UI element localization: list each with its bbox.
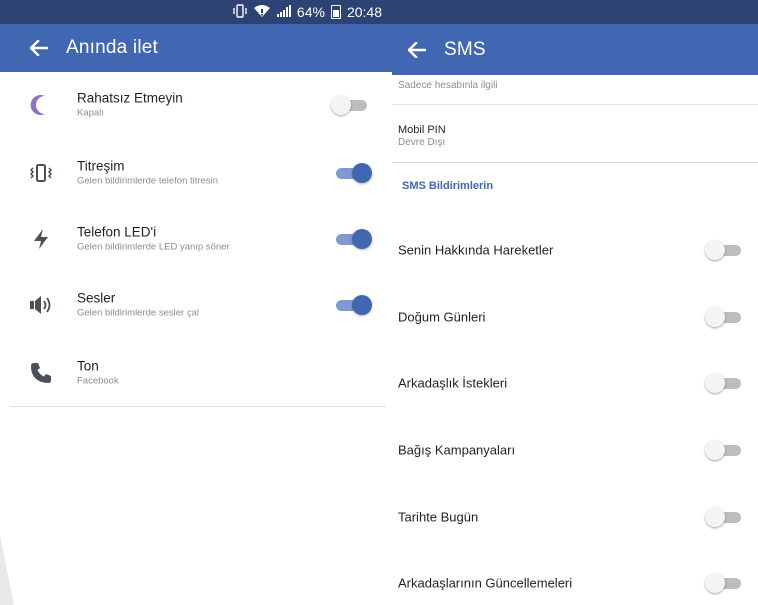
row-label: Bağış Kampanyaları: [398, 442, 516, 458]
sms-row-friend-updates[interactable]: Arkadaşlarının Güncellemeleri: [392, 550, 758, 605]
status-bar: 64% 20:48: [0, 0, 392, 24]
row-title: Sesler: [77, 290, 116, 306]
flash-icon: [28, 226, 54, 252]
divider: [10, 406, 386, 407]
page-title: Anında ilet: [66, 37, 158, 58]
row-subtitle: Gelen bildirimlerde sesler çal: [77, 307, 199, 319]
sms-row-birthdays[interactable]: Doğum Günleri: [392, 284, 758, 350]
divider: [392, 104, 758, 105]
row-label: Senin Hakkında Hareketler: [398, 242, 554, 258]
on-this-day-toggle[interactable]: [705, 506, 743, 528]
friend-updates-toggle[interactable]: [705, 572, 743, 594]
sms-row-on-this-day[interactable]: Tarihte Bugün: [392, 484, 758, 550]
phone-led-toggle[interactable]: [334, 228, 372, 250]
sounds-toggle[interactable]: [334, 294, 372, 316]
row-label: Tarihte Bugün: [398, 509, 479, 525]
phone-led-row[interactable]: Telefon LED'i Gelen bildirimlerde LED ya…: [10, 206, 386, 272]
divider: [392, 162, 758, 163]
row-subtitle: Gelen bildirimlerde telefon titresin: [77, 175, 218, 187]
sounds-row[interactable]: Sesler Gelen bildirimlerde sesler çal: [10, 272, 386, 338]
row-subtitle: Devre Dışı: [398, 137, 446, 148]
fundraisers-toggle[interactable]: [705, 439, 743, 461]
app-bar: SMS: [392, 24, 758, 75]
do-not-disturb-toggle[interactable]: [331, 94, 369, 116]
battery-icon: [330, 5, 341, 19]
sms-row-friend-requests[interactable]: Arkadaşlık İstekleri: [392, 350, 758, 416]
sms-settings-panel: SMS Sadece hesabınla ilgili Mobil PIN De…: [392, 0, 758, 605]
row-label: Doğum Günleri: [398, 309, 486, 325]
row-title: Rahatsız Etmeyin: [77, 90, 183, 106]
status-bar-strip: [392, 0, 758, 24]
partial-row-subtitle: Sadece hesabınla ilgili: [398, 80, 498, 91]
phone-icon: [28, 360, 54, 386]
moon-icon: [28, 92, 54, 118]
vibration-toggle[interactable]: [334, 162, 372, 184]
vibrate-icon: [28, 160, 54, 186]
row-title: Mobil PIN: [398, 124, 446, 136]
sms-row-fundraisers[interactable]: Bağış Kampanyaları: [392, 417, 758, 483]
row-title: Titreşim: [77, 158, 125, 174]
birthdays-toggle[interactable]: [705, 306, 743, 328]
signal-icon: [276, 4, 291, 20]
clock: 20:48: [346, 4, 382, 20]
notifications-settings-panel: 64% 20:48 Anında ilet Rahatsız Etmeyin K…: [0, 0, 392, 605]
vibration-row[interactable]: Titreşim Gelen bildirimlerde telefon tit…: [10, 140, 386, 206]
speaker-icon: [28, 292, 54, 318]
mobile-pin-row[interactable]: Mobil PIN Devre Dışı: [398, 123, 446, 149]
wifi-icon: [253, 4, 271, 21]
friend-requests-toggle[interactable]: [705, 372, 743, 394]
sms-row-about-you[interactable]: Senin Hakkında Hareketler: [392, 217, 758, 283]
app-bar: Anında ilet: [0, 24, 392, 72]
row-subtitle: Gelen bildirimlerde LED yanıp söner: [77, 241, 230, 253]
corner-shadow: [0, 535, 14, 605]
row-subtitle: Facebook: [77, 375, 119, 387]
row-label: Arkadaşlık İstekleri: [398, 375, 508, 391]
section-header: SMS Bildirimlerin: [402, 180, 494, 192]
back-arrow-icon[interactable]: [406, 39, 428, 61]
vibrate-status-icon: [233, 3, 247, 21]
row-title: Telefon LED'i: [77, 224, 157, 240]
about-you-toggle[interactable]: [705, 239, 743, 261]
tone-row[interactable]: Ton Facebook: [10, 340, 386, 406]
back-arrow-icon[interactable]: [28, 37, 50, 59]
row-subtitle: Kapalı: [77, 107, 104, 119]
row-label: Arkadaşlarının Güncellemeleri: [398, 575, 573, 591]
page-title: SMS: [444, 38, 486, 60]
row-title: Ton: [77, 358, 99, 374]
battery-percent: 64%: [296, 4, 325, 20]
do-not-disturb-row[interactable]: Rahatsız Etmeyin Kapalı: [10, 72, 386, 138]
